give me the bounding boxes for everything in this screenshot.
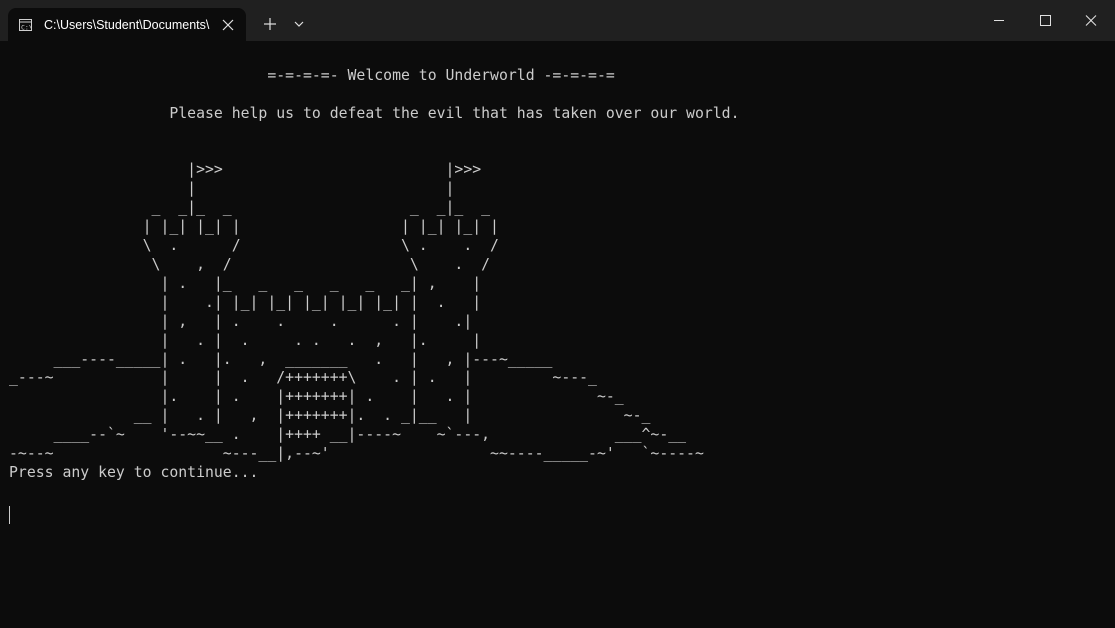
minimize-icon[interactable] [976, 0, 1022, 41]
console-output: =-=-=-=- Welcome to Underworld -=-=-=-= … [9, 66, 740, 481]
close-icon[interactable] [1068, 0, 1114, 41]
tab-close-icon[interactable] [218, 15, 238, 35]
active-tab[interactable]: C:\ C:\Users\Student\Documents\ [8, 8, 246, 41]
svg-text:C:\: C:\ [21, 24, 32, 32]
plus-icon[interactable] [258, 12, 282, 36]
terminal-window: C:\ C:\Users\Student\Documents\ =-=-=-=-… [0, 0, 1115, 628]
text-cursor [9, 506, 10, 524]
title-bar[interactable]: C:\ C:\Users\Student\Documents\ [0, 0, 1115, 41]
tab-title: C:\Users\Student\Documents\ [44, 18, 210, 32]
terminal-icon: C:\ [19, 18, 33, 32]
maximize-icon[interactable] [1022, 0, 1068, 41]
chevron-down-icon[interactable] [289, 12, 309, 36]
